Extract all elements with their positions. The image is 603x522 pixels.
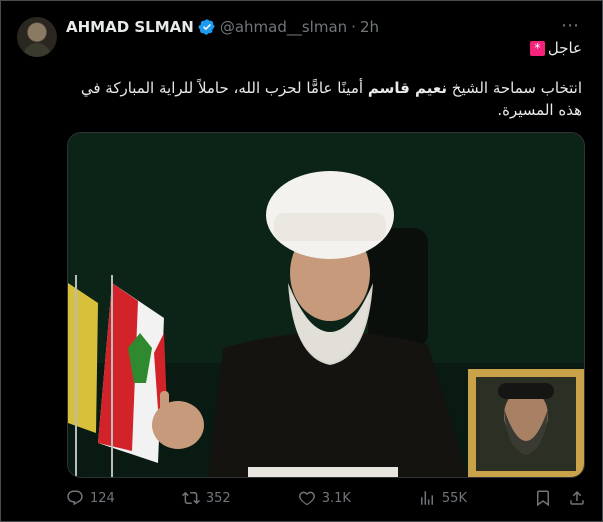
like-count: 3.1K <box>321 490 351 506</box>
repost-count: 352 <box>205 490 231 506</box>
like-button[interactable]: 3.1K <box>298 489 351 507</box>
breaking-text: عاجل <box>547 39 582 57</box>
reply-count: 124 <box>90 490 115 506</box>
repost-icon <box>181 491 200 505</box>
share-icon[interactable] <box>568 489 586 507</box>
reply-icon <box>67 490 83 506</box>
tweet-card[interactable]: AHMAD SLMAN @ahmad__slman · 2h ⋯ عاجل * … <box>0 0 603 522</box>
author-handle[interactable]: @ahmad__slman <box>220 18 347 36</box>
tweet-timestamp[interactable]: 2h <box>360 18 379 36</box>
tweet-text-name[interactable]: نعيم قاسم <box>368 79 447 97</box>
breaking-emoji-icon: * <box>529 40 545 56</box>
views-icon <box>420 491 433 505</box>
view-count: 55K <box>441 490 467 506</box>
tweet-header: AHMAD SLMAN @ahmad__slman · 2h <box>66 16 379 38</box>
tweet-media-image[interactable] <box>67 132 585 478</box>
reply-button[interactable]: 124 <box>66 489 115 507</box>
tweet-text: انتخاب سماحة الشيخ نعيم قاسم أمينًا عامً… <box>67 77 582 121</box>
secondary-actions <box>534 489 586 507</box>
media-illustration <box>68 133 584 477</box>
author-avatar[interactable] <box>17 17 57 57</box>
tweet-text-part1: انتخاب سماحة الشيخ <box>447 79 582 97</box>
author-name[interactable]: AHMAD SLMAN <box>66 18 194 36</box>
meta-separator: · <box>351 18 356 36</box>
verified-badge-icon <box>198 18 216 36</box>
breaking-label: عاجل * <box>529 39 582 57</box>
heart-icon <box>298 491 315 506</box>
views-button[interactable]: 55K <box>418 489 467 507</box>
more-options-icon[interactable]: ⋯ <box>561 17 580 35</box>
repost-button[interactable]: 352 <box>181 489 231 507</box>
bookmark-icon[interactable] <box>534 489 552 507</box>
tweet-actions: 124 352 3.1K 55K <box>66 487 586 509</box>
